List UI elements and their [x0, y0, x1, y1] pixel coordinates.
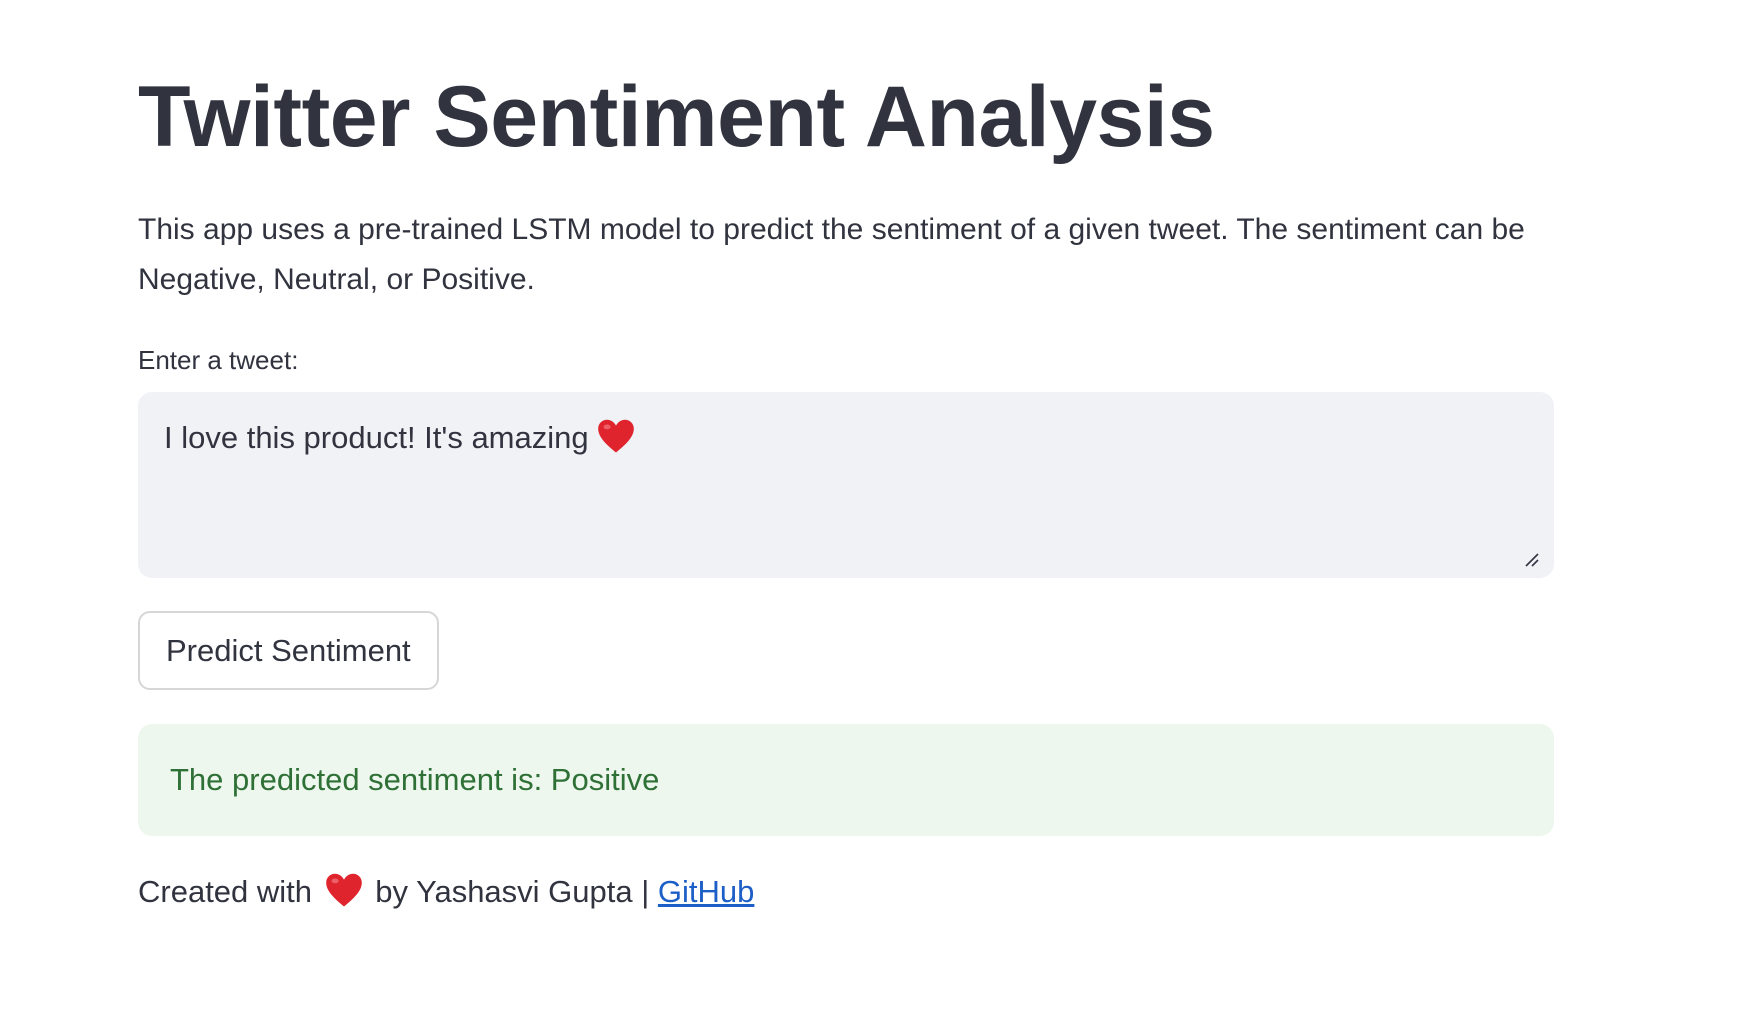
heart-emoji-icon	[325, 873, 362, 907]
success-alert: The predicted sentiment is: Positive	[138, 724, 1554, 836]
footer-prefix: Created with	[138, 874, 313, 909]
tweet-text: I love this product! It's amazing	[164, 420, 589, 455]
footer: Created with by Yashasvi Gupta | GitHub	[138, 870, 754, 914]
heart-emoji-icon	[598, 419, 634, 453]
app-description: This app uses a pre-trained LSTM model t…	[138, 213, 1525, 296]
tweet-textarea[interactable]: I love this product! It's amazing	[138, 392, 1554, 578]
tweet-input-label: Enter a tweet:	[138, 345, 299, 375]
resize-grip-icon[interactable]	[1522, 550, 1540, 568]
page-title: Twitter Sentiment Analysis	[138, 69, 1215, 165]
predict-sentiment-button[interactable]: Predict Sentiment	[138, 611, 439, 690]
github-link[interactable]: GitHub	[658, 874, 754, 909]
predicted-sentiment-text: The predicted sentiment is: Positive	[170, 762, 660, 797]
footer-author: by Yashasvi Gupta |	[375, 874, 650, 909]
